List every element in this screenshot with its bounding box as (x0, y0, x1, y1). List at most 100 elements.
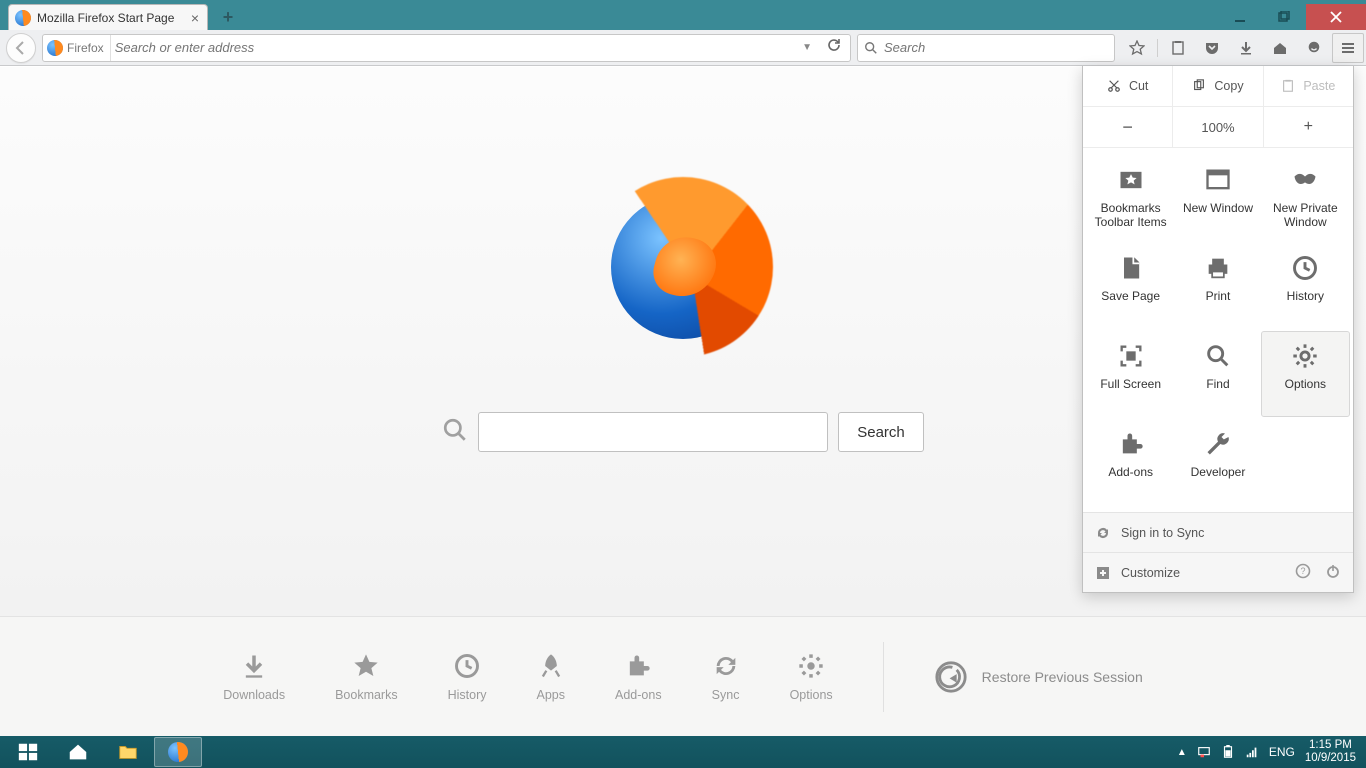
url-bar[interactable]: Firefox ▼ (42, 34, 851, 62)
start-button[interactable] (4, 737, 52, 767)
close-icon (1330, 11, 1342, 23)
launcher-addons[interactable]: Add-ons (615, 652, 662, 702)
tray-clock[interactable]: 1:15 PM 10/9/2015 (1305, 739, 1356, 764)
taskbar-home[interactable] (54, 737, 102, 767)
battery-icon[interactable] (1221, 745, 1235, 759)
launcher-history[interactable]: History (448, 652, 487, 702)
menu-quit-button[interactable] (1325, 563, 1341, 582)
launcher-row: Downloads Bookmarks History Apps Add-ons… (0, 616, 1366, 736)
firefox-logo (593, 177, 773, 357)
menu-item-label: Print (1206, 290, 1231, 304)
plus-box-icon (1095, 565, 1111, 581)
navigation-toolbar: Firefox ▼ (0, 30, 1366, 66)
browser-tab[interactable]: Mozilla Firefox Start Page × (8, 4, 208, 30)
menu-print[interactable]: Print (1174, 244, 1261, 328)
window-controls (1218, 4, 1366, 30)
launcher-label: Sync (712, 688, 740, 702)
new-tab-button[interactable]: + (216, 7, 240, 27)
identity-box[interactable]: Firefox (47, 35, 111, 61)
taskbar-firefox[interactable] (154, 737, 202, 767)
cut-icon (1107, 79, 1121, 93)
pocket-button[interactable] (1196, 33, 1228, 63)
window-titlebar: Mozilla Firefox Start Page × + (0, 0, 1366, 30)
menu-save-page[interactable]: Save Page (1087, 244, 1174, 328)
menu-history[interactable]: History (1262, 244, 1349, 328)
menu-addons[interactable]: Add-ons (1087, 420, 1174, 504)
restore-session-button[interactable]: Restore Previous Session (934, 660, 1143, 694)
identity-label: Firefox (67, 41, 104, 55)
taskbar-explorer[interactable] (104, 737, 152, 767)
menu-options[interactable]: Options (1262, 332, 1349, 416)
launcher-label: History (448, 688, 487, 702)
bookmarks-toolbar-icon (1117, 166, 1145, 194)
reading-list-button[interactable] (1162, 33, 1194, 63)
bookmark-star-button[interactable] (1121, 33, 1153, 63)
wrench-icon (1204, 430, 1232, 458)
windows-taskbar: ▲ ENG 1:15 PM 10/9/2015 (0, 736, 1366, 768)
system-tray: ▲ ENG 1:15 PM 10/9/2015 (1177, 739, 1362, 764)
menu-full-screen[interactable]: Full Screen (1087, 332, 1174, 416)
sync-icon (1095, 525, 1111, 541)
download-arrow-icon (1238, 40, 1254, 56)
launcher-options[interactable]: Options (790, 652, 833, 702)
home-button[interactable] (1264, 33, 1296, 63)
menu-button[interactable] (1332, 33, 1364, 63)
menu-sync-row[interactable]: Sign in to Sync (1083, 512, 1353, 552)
search-input[interactable] (884, 40, 1108, 55)
menu-copy[interactable]: Copy (1173, 66, 1263, 106)
mask-icon (1291, 166, 1319, 194)
menu-customize-button[interactable]: Customize (1095, 565, 1180, 581)
launcher-downloads[interactable]: Downloads (223, 652, 285, 702)
search-icon (1204, 342, 1232, 370)
launcher-apps[interactable]: Apps (537, 652, 566, 702)
hello-button[interactable] (1298, 33, 1330, 63)
menu-private-window[interactable]: New Private Window (1262, 156, 1349, 240)
puzzle-icon (1117, 430, 1145, 458)
tab-close-icon[interactable]: × (191, 10, 199, 26)
gear-icon (1291, 342, 1319, 370)
window-maximize-button[interactable] (1262, 4, 1306, 30)
url-history-dropdown-icon[interactable]: ▼ (796, 42, 818, 53)
menu-copy-label: Copy (1214, 79, 1243, 93)
url-input[interactable] (115, 40, 792, 55)
window-close-button[interactable] (1306, 4, 1366, 30)
download-arrow-icon (240, 652, 268, 680)
network-signal-icon[interactable] (1245, 745, 1259, 759)
launcher-label: Options (790, 688, 833, 702)
back-button[interactable] (6, 33, 36, 63)
window-minimize-button[interactable] (1218, 4, 1262, 30)
menu-paste-label: Paste (1303, 79, 1335, 93)
launcher-sync[interactable]: Sync (712, 652, 740, 702)
tray-show-hidden-icon[interactable]: ▲ (1177, 747, 1187, 758)
help-icon: ? (1295, 563, 1311, 579)
svg-text:?: ? (1300, 566, 1305, 576)
menu-zoom-reset[interactable]: 100% (1173, 107, 1263, 147)
menu-zoom-out[interactable]: − (1083, 107, 1173, 147)
search-bar[interactable] (857, 34, 1115, 62)
menu-sync-label: Sign in to Sync (1121, 526, 1204, 540)
downloads-button[interactable] (1230, 33, 1262, 63)
menu-zoom-in[interactable]: + (1264, 107, 1353, 147)
start-search-input[interactable] (478, 412, 828, 452)
start-search-button[interactable]: Search (838, 412, 924, 452)
fullscreen-icon (1117, 342, 1145, 370)
reload-button[interactable] (822, 37, 846, 58)
home-icon (1272, 40, 1288, 56)
launcher-bookmarks[interactable]: Bookmarks (335, 652, 398, 702)
menu-cut[interactable]: Cut (1083, 66, 1173, 106)
restore-session-icon (934, 660, 968, 694)
minus-icon: − (1122, 117, 1133, 138)
action-center-icon[interactable] (1197, 745, 1211, 759)
menu-developer[interactable]: Developer (1174, 420, 1261, 504)
launcher-label: Bookmarks (335, 688, 398, 702)
tray-language[interactable]: ENG (1269, 745, 1295, 759)
sync-icon (712, 652, 740, 680)
reload-icon (826, 37, 842, 53)
menu-help-button[interactable]: ? (1295, 563, 1311, 582)
menu-find[interactable]: Find (1174, 332, 1261, 416)
restore-session-label: Restore Previous Session (982, 669, 1143, 685)
tray-date: 10/9/2015 (1305, 752, 1356, 765)
menu-new-window[interactable]: New Window (1174, 156, 1261, 240)
menu-bookmarks-toolbar[interactable]: Bookmarks Toolbar Items (1087, 156, 1174, 240)
menu-paste: Paste (1264, 66, 1353, 106)
